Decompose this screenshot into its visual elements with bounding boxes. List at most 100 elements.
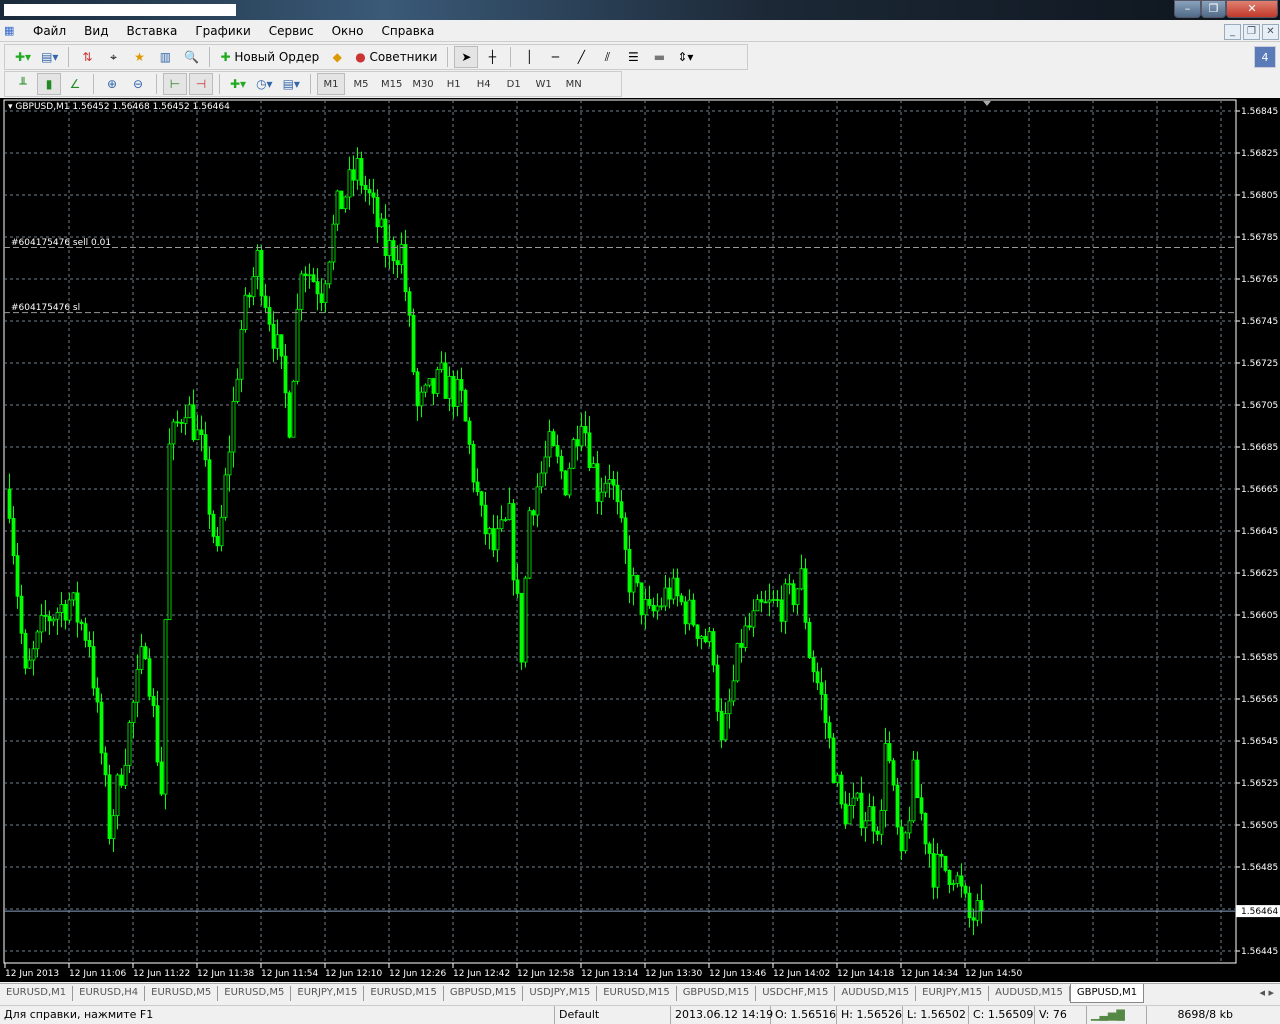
bar-chart-icon[interactable]: ╨ — [11, 73, 35, 95]
menu-help[interactable]: Справка — [373, 24, 444, 38]
arrows-icon[interactable]: ⇕▾ — [673, 46, 697, 68]
cursor-icon[interactable]: ➤ — [454, 46, 479, 68]
chart-tab[interactable]: EURUSD,M15 — [597, 986, 677, 1001]
strategy-tester-icon[interactable]: 🔍 — [179, 46, 203, 68]
restore-button[interactable]: ❐ — [1201, 0, 1226, 18]
periods-icon[interactable]: ◷▾ — [252, 73, 277, 95]
new-order-button[interactable]: ✚ Новый Ордер — [216, 46, 323, 68]
horizontal-line-icon[interactable]: ─ — [543, 46, 567, 68]
candle-body — [387, 240, 392, 256]
profiles-icon[interactable]: ▤▾ — [37, 46, 62, 68]
status-volume: V: 76 — [1035, 1006, 1087, 1024]
candle-body — [787, 583, 792, 586]
sl-line-label[interactable]: #604175476 sl — [11, 303, 80, 313]
candle-body — [819, 682, 824, 695]
timeframe-h4[interactable]: H4 — [470, 73, 498, 95]
zoom-out-icon[interactable]: ⊖ — [126, 73, 150, 95]
vertical-line-icon[interactable]: │ — [517, 46, 541, 68]
menu-tools[interactable]: Сервис — [260, 24, 323, 38]
candle-body — [811, 657, 816, 673]
menu-insert[interactable]: Вставка — [117, 24, 186, 38]
mdi-minimize-button[interactable]: _ — [1224, 24, 1241, 40]
timeframe-d1[interactable]: D1 — [500, 73, 528, 95]
time-tick-label: 12 Jun 12:10 — [325, 969, 382, 979]
chart-tab[interactable]: USDCHF,M15 — [756, 986, 836, 1001]
timeframe-m1[interactable]: M1 — [316, 73, 345, 95]
candle-body — [511, 503, 516, 581]
notifications-badge[interactable]: 4 — [1254, 46, 1276, 68]
menu-charts[interactable]: Графики — [186, 24, 259, 38]
chart-tab[interactable]: EURUSD,H4 — [73, 986, 146, 1001]
chart-tab[interactable]: GBPUSD,M15 — [677, 986, 757, 1001]
line-chart-icon[interactable]: ∠ — [63, 73, 87, 95]
candle-body — [203, 434, 208, 461]
timeframe-m30[interactable]: M30 — [408, 73, 437, 95]
candle-body — [831, 737, 836, 784]
fibonacci-icon[interactable]: ☰ — [621, 46, 645, 68]
menu-view[interactable]: Вид — [75, 24, 117, 38]
candle-body — [423, 384, 428, 393]
plot-frame — [3, 99, 1237, 964]
chart-tab[interactable]: GBPUSD,M1 — [1069, 984, 1145, 1003]
timeframe-m5[interactable]: M5 — [347, 73, 375, 95]
candle-body — [159, 761, 164, 795]
candle-body — [719, 711, 724, 741]
rectangle-icon[interactable]: ▬ — [647, 46, 671, 68]
menu-window[interactable]: Окно — [323, 24, 373, 38]
terminal-icon[interactable]: ▥ — [153, 46, 177, 68]
chart-tab[interactable]: AUDUSD,M15 — [835, 986, 917, 1001]
timeframe-m15[interactable]: M15 — [377, 73, 406, 95]
new-chart-icon[interactable]: ✚▾ — [11, 46, 35, 68]
experts-button[interactable]: ● Советники — [351, 46, 441, 68]
candle-body — [79, 621, 84, 625]
crosshair-icon[interactable]: ┼ — [480, 46, 504, 68]
trendline-icon[interactable]: ╱ — [569, 46, 593, 68]
time-tick-label: 12 Jun 13:14 — [581, 969, 638, 979]
candle-body — [279, 334, 284, 357]
candlestick-icon[interactable]: ▮ — [37, 73, 61, 95]
equidistant-channel-icon[interactable]: ⫽ — [595, 46, 619, 68]
chart-tab[interactable]: USDJPY,M15 — [523, 986, 598, 1001]
close-button[interactable]: ✕ — [1226, 0, 1278, 18]
candle-body — [379, 218, 384, 228]
chart-shift-icon[interactable]: ⊣ — [189, 73, 213, 95]
mdi-restore-button[interactable]: ❐ — [1243, 24, 1260, 40]
tab-scroll-arrows[interactable]: ◂ ▸ — [1253, 984, 1280, 1003]
timeframe-w1[interactable]: W1 — [530, 73, 558, 95]
charts-toolbar: ╨ ▮ ∠ ⊕ ⊖ ⊢ ⊣ ✚▾ ◷▾ ▤▾ M1 M5 M15 M30 H1 … — [4, 71, 622, 97]
chart-tab[interactable]: AUDUSD,M15 — [989, 986, 1070, 1001]
candle-body — [291, 380, 296, 438]
price-tick-label: 1.56625 — [1241, 569, 1278, 579]
chart-tab[interactable]: EURUSD,M15 — [364, 986, 444, 1001]
candle-body — [123, 764, 128, 786]
chart-tab[interactable]: GBPUSD,M15 — [444, 986, 524, 1001]
minimize-button[interactable]: – — [1174, 0, 1201, 18]
candle-body — [547, 431, 552, 458]
chart-shift-marker[interactable] — [983, 101, 991, 106]
connection-icon[interactable]: ▁▃▅▇ — [1087, 1006, 1147, 1024]
chart-tab[interactable]: EURJPY,M15 — [916, 986, 990, 1001]
templates-icon[interactable]: ▤▾ — [279, 73, 304, 95]
auto-scroll-icon[interactable]: ⊢ — [163, 73, 187, 95]
chart-tab[interactable]: EURJPY,M15 — [291, 986, 365, 1001]
timeframe-h1[interactable]: H1 — [440, 73, 468, 95]
chart-tab[interactable]: EURUSD,M5 — [218, 986, 292, 1001]
chart-canvas[interactable]: 1.56845 1.56825 1.56805 1.56785 1.56765 1.567… — [0, 98, 1280, 982]
menu-file[interactable]: Файл — [24, 24, 75, 38]
navigator-icon[interactable]: ★ — [127, 46, 151, 68]
candle-body — [131, 701, 136, 723]
data-window-icon[interactable]: ⌖ — [101, 46, 125, 68]
mdi-close-button[interactable]: ✕ — [1262, 24, 1279, 40]
market-watch-icon[interactable]: ⇅ — [75, 46, 99, 68]
timeframe-mn[interactable]: MN — [560, 73, 588, 95]
chart-tab[interactable]: EURUSD,M1 — [0, 986, 74, 1001]
candle-body — [491, 528, 496, 551]
indicators-icon[interactable]: ✚▾ — [226, 73, 250, 95]
order-line-label[interactable]: #604175476 sell 0.01 — [11, 238, 111, 248]
price-chart[interactable]: 1.56845 1.56825 1.56805 1.56785 1.56765 1.567… — [0, 98, 1280, 982]
zoom-in-icon[interactable]: ⊕ — [100, 73, 124, 95]
metaeditor-icon[interactable]: ◆ — [325, 46, 349, 68]
chart-tab[interactable]: EURUSD,M5 — [145, 986, 219, 1001]
candle-body — [635, 574, 640, 584]
time-tick-label: 12 Jun 11:38 — [197, 969, 254, 979]
